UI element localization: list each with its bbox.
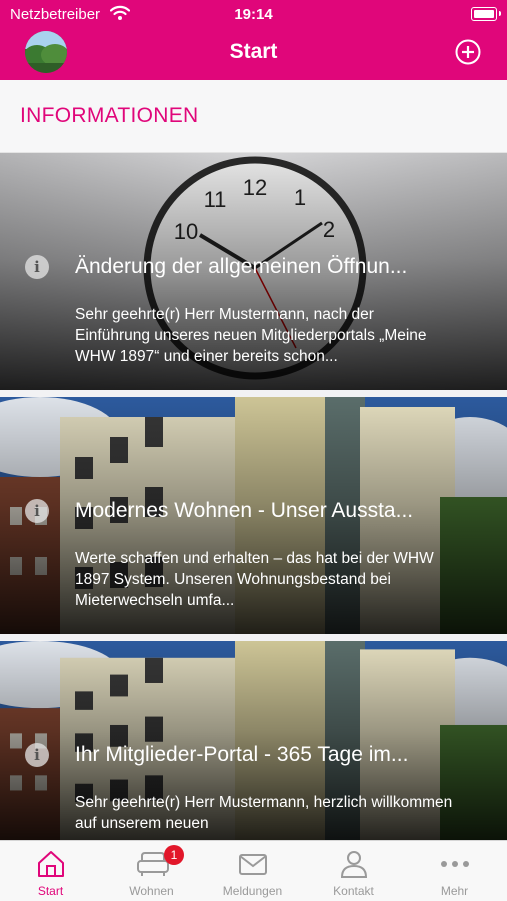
news-card[interactable]: i Ihr Mitglieder-Portal - 365 Tage im...… (0, 641, 507, 840)
info-icon[interactable]: i (25, 499, 49, 523)
tab-label: Mehr (440, 884, 469, 898)
person-icon (340, 851, 368, 878)
tab-start[interactable]: Start (0, 841, 101, 901)
tab-kontakt[interactable]: Kontakt (303, 841, 404, 901)
notification-badge: 1 (164, 845, 184, 865)
battery-icon (471, 7, 497, 21)
status-bar: Netzbetreiber 19:14 (0, 0, 507, 28)
info-icon[interactable]: i (25, 255, 49, 279)
add-button[interactable] (455, 39, 481, 65)
info-icon[interactable]: i (25, 743, 49, 767)
page-title: Start (229, 40, 278, 63)
tab-label: Wohnen (129, 884, 174, 898)
card-title: Modernes Wohnen - Unser Aussta... (75, 499, 414, 522)
section-title: INFORMATIONEN (20, 104, 199, 127)
more-dots-icon (441, 861, 469, 867)
tab-meldungen[interactable]: Meldungen (202, 841, 303, 901)
card-text: Werte schaffen und erhalten – das hat be… (75, 550, 434, 609)
section-header: INFORMATIONEN (0, 80, 507, 153)
home-icon (38, 851, 64, 877)
card-text: Sehr geehrte(r) Herr Mustermann, nach de… (75, 306, 427, 365)
card-title: Änderung der allgemeinen Öffnun... (75, 255, 408, 278)
tab-bar: Start 1 Wohnen Meldungen Kontakt Mehr (0, 840, 507, 901)
top-bar: Netzbetreiber 19:14 Start (0, 0, 507, 80)
tab-label: Start (37, 884, 64, 898)
tab-label: Kontakt (333, 884, 374, 898)
tab-mehr[interactable]: Mehr (404, 841, 505, 901)
news-card[interactable]: 12 1 2 11 10 i Änderung der allgemeinen … (0, 153, 507, 390)
tab-wohnen[interactable]: 1 Wohnen (101, 841, 202, 901)
card-title: Ihr Mitglieder-Portal - 365 Tage im... (75, 743, 409, 766)
envelope-icon (239, 854, 267, 875)
news-card[interactable]: i Modernes Wohnen - Unser Aussta... Wert… (0, 397, 507, 634)
status-time: 19:14 (234, 6, 273, 23)
plus-circle-icon (455, 39, 481, 65)
card-text: Sehr geehrte(r) Herr Mustermann, herzlic… (75, 794, 453, 832)
tab-label: Meldungen (222, 884, 283, 898)
